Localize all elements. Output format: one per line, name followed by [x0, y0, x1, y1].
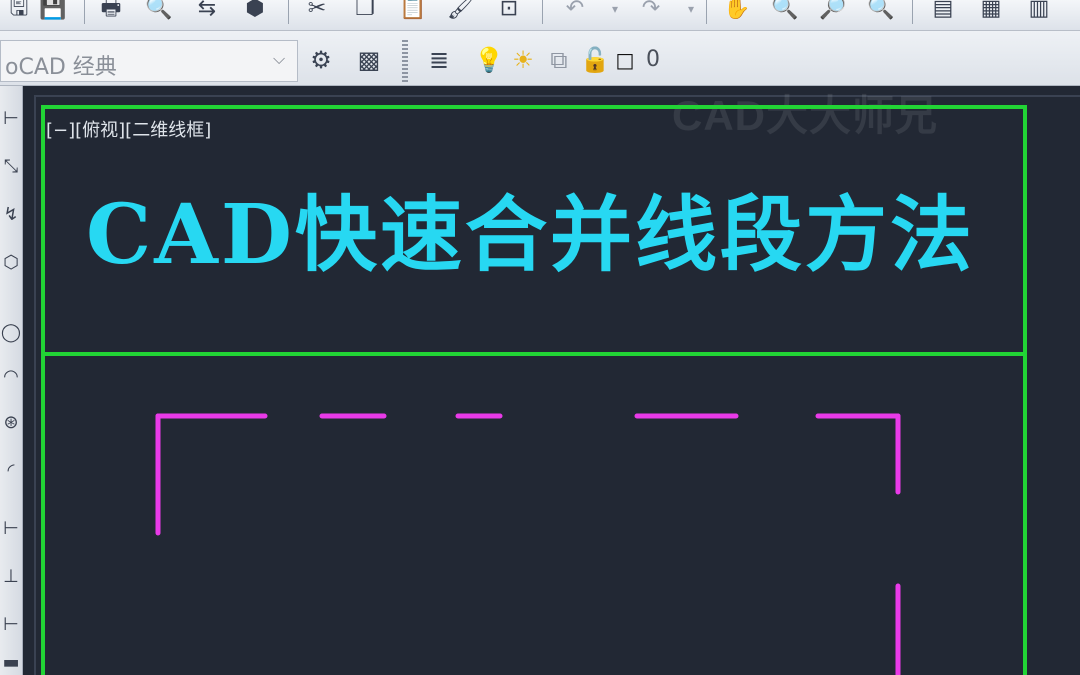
drawing-title-text: CAD快速合并线段方法 — [86, 187, 975, 283]
drawing-geometry — [41, 105, 1027, 675]
